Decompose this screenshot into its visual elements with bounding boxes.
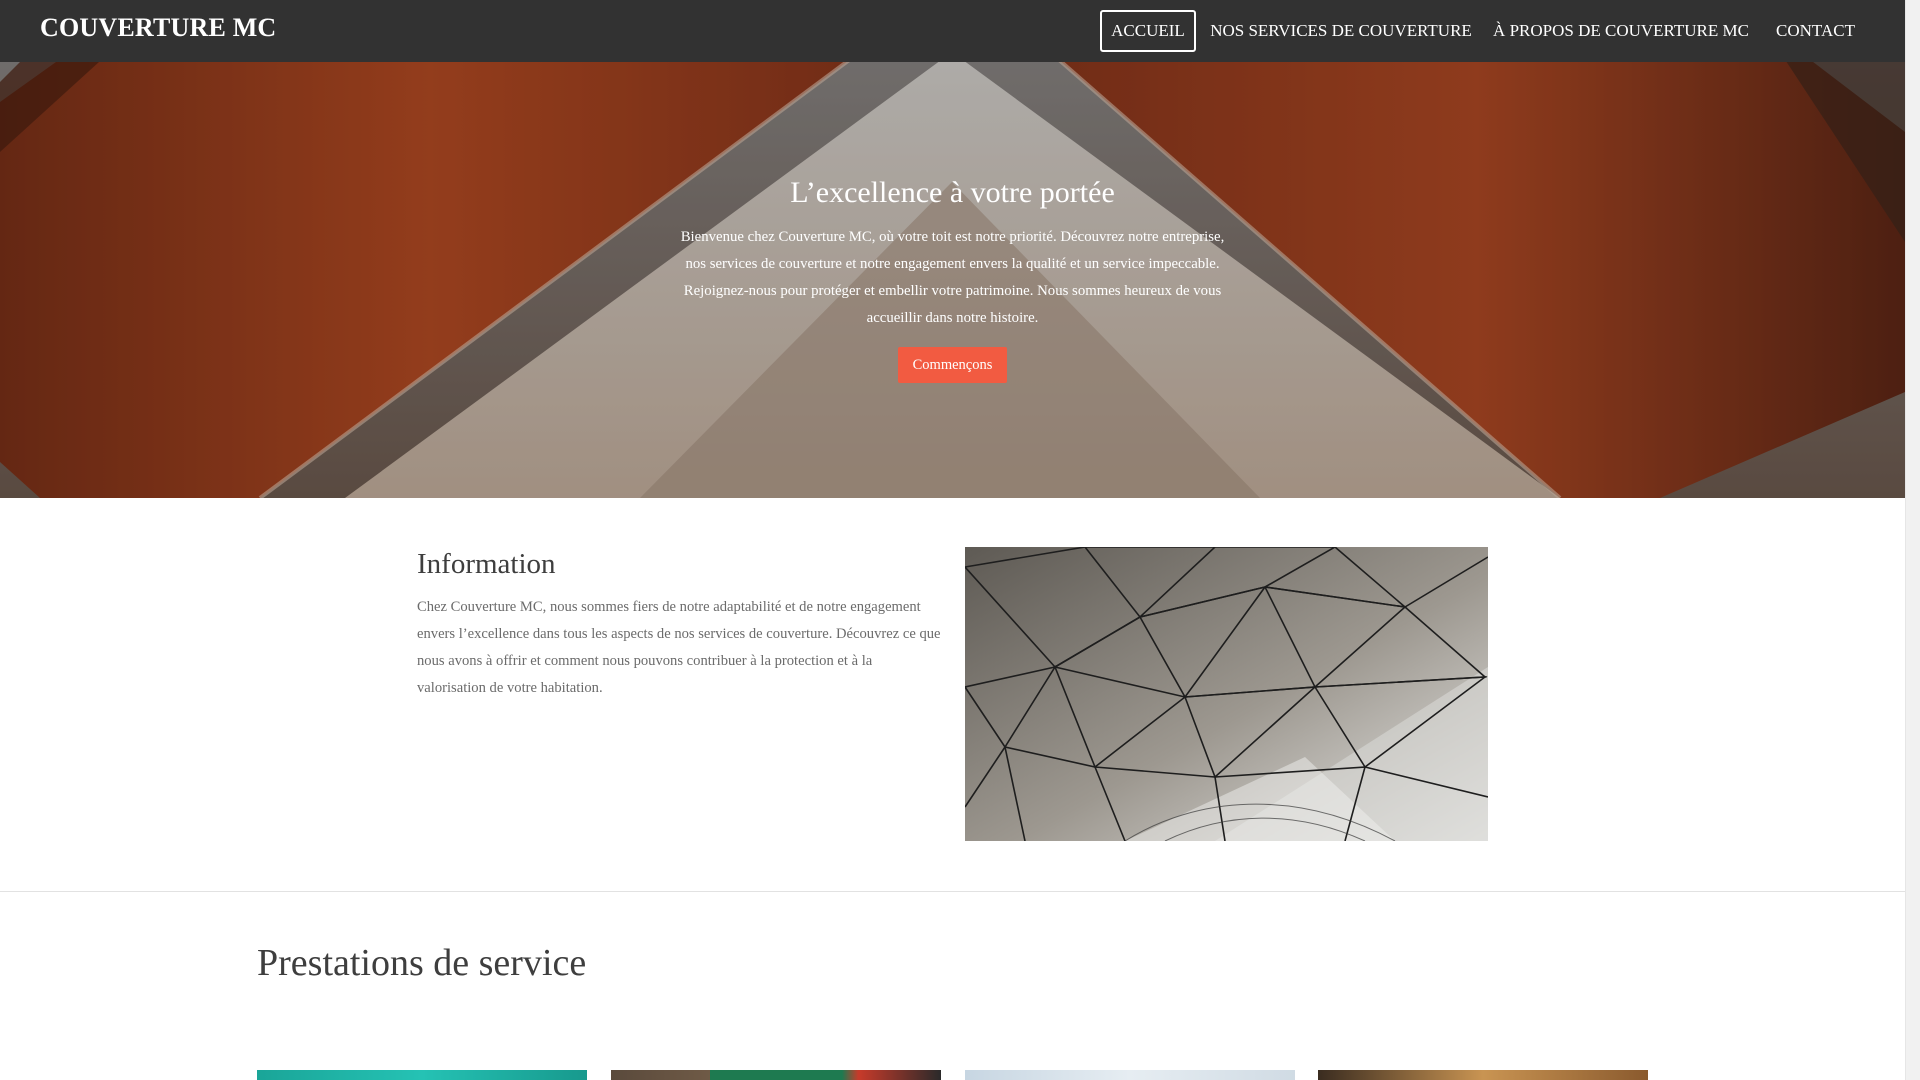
hero-section: L’excellence à votre portée Bienvenue ch… bbox=[0, 62, 1905, 498]
information-title: Information bbox=[417, 548, 556, 580]
service-card-1-image[interactable] bbox=[257, 1070, 587, 1080]
service-card-4-image[interactable] bbox=[1318, 1070, 1648, 1080]
service-card-3-image[interactable] bbox=[965, 1070, 1295, 1080]
brand-logo-text[interactable]: COUVERTURE MC bbox=[40, 13, 276, 43]
page-scrollbar[interactable] bbox=[1905, 0, 1920, 1080]
nav-item-accueil[interactable]: ACCUEIL bbox=[1100, 10, 1196, 52]
services-title: Prestations de service bbox=[257, 942, 587, 984]
start-button[interactable]: Commençons bbox=[898, 347, 1007, 383]
hero-description: Bienvenue chez Couverture MC, où votre t… bbox=[680, 229, 1225, 326]
page: COUVERTURE MC ACCUEIL NOS SERVICES DE CO… bbox=[0, 0, 1905, 1080]
information-image bbox=[965, 547, 1488, 841]
information-text: Chez Couverture MC, nous sommes fiers de… bbox=[417, 599, 941, 696]
section-divider bbox=[0, 891, 1905, 892]
top-navbar: COUVERTURE MC ACCUEIL NOS SERVICES DE CO… bbox=[0, 0, 1905, 62]
hero-title: L’excellence à votre portée bbox=[790, 176, 1115, 209]
nav-item-services[interactable]: NOS SERVICES DE COUVERTURE bbox=[1206, 10, 1476, 52]
service-card-2-image[interactable] bbox=[611, 1070, 941, 1080]
nav-item-contact[interactable]: CONTACT bbox=[1768, 10, 1863, 52]
nav-item-about[interactable]: À PROPOS DE COUVERTURE MC bbox=[1490, 10, 1752, 52]
